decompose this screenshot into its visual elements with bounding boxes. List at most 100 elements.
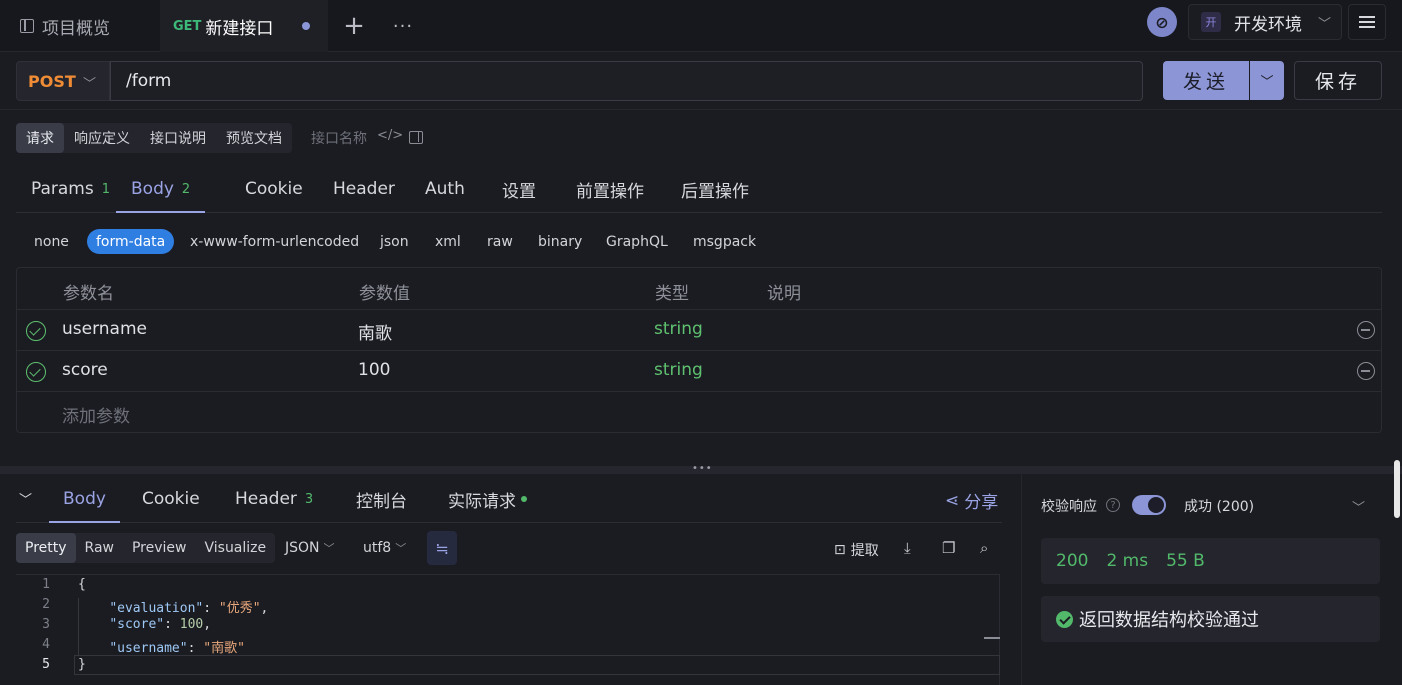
line-number: 1 [42,577,50,592]
mode-tab-request[interactable]: 请求 [16,123,64,153]
share-button[interactable]: ⋖ 分享 [945,488,999,514]
param-type[interactable]: string [654,319,703,339]
tab-auth[interactable]: Auth [425,166,465,212]
help-icon[interactable]: ? [1106,498,1120,512]
chevron-down-icon: ﹀ [395,542,407,555]
sync-icon: ⊘ [1155,12,1169,32]
mode-tab-api-description[interactable]: 接口说明 [140,123,216,153]
chevron-down-icon: ﹀ [1317,17,1331,32]
save-button[interactable]: 保存 [1294,61,1382,100]
remove-circle-icon[interactable] [1357,321,1375,339]
json-key: "score" [109,617,165,632]
tab-post-operations[interactable]: 后置操作 [681,166,749,212]
status-code: 200 [1056,551,1089,571]
body-type-raw[interactable]: raw [487,229,513,254]
drag-handle-icon[interactable]: ••• [692,463,713,474]
tab-project-overview[interactable]: 项目概览 [0,0,158,52]
body-type-xml[interactable]: xml [435,229,461,254]
resp-tab-body[interactable]: Body [49,476,120,523]
view-tab-preview[interactable]: Preview [123,533,196,563]
environment-select[interactable]: 开 开发环境 ﹀ [1188,4,1342,40]
line-number: 3 [42,617,50,632]
body-type-binary[interactable]: binary [538,229,582,254]
share-label: 分享 [964,493,999,513]
code-icon[interactable]: </> [377,128,403,143]
tab-settings[interactable]: 设置 [502,166,536,212]
scrollbar-thumb[interactable] [1394,460,1400,518]
column-header-value: 参数值 [359,284,410,304]
resp-tab-console[interactable]: 控制台 [356,476,407,522]
resp-tab-header-count: 3 [304,491,314,507]
mode-tab-preview-doc[interactable]: 预览文档 [216,123,292,153]
enabled-check-icon[interactable] [26,362,46,382]
tab-project-overview-label: 项目概览 [42,18,110,39]
mode-tabs: 请求 响应定义 接口说明 预览文档 [16,123,292,153]
view-tab-visualize[interactable]: Visualize [195,533,275,563]
code-line: { [78,577,86,592]
environment-name: 开发环境 [1234,14,1302,35]
tab-body-count: 2 [181,181,191,197]
tab-body[interactable]: Body 2 [116,166,206,213]
send-options-button[interactable]: ﹀ [1250,61,1284,100]
body-type-msgpack[interactable]: msgpack [693,229,756,254]
tab-params[interactable]: Params 1 [31,166,110,212]
main-menu-button[interactable] [1348,4,1386,40]
ellipsis-icon: ··· [392,15,414,37]
resp-tab-header[interactable]: Header 3 [235,476,313,522]
tab-pre-operations[interactable]: 前置操作 [576,166,644,212]
plus-icon: + [343,11,365,41]
search-icon[interactable]: ⌕ [980,539,988,557]
mode-tab-response-definition[interactable]: 响应定义 [64,123,140,153]
param-type[interactable]: string [654,360,703,380]
url-input[interactable]: /form [110,61,1143,101]
response-tabs: Body Cookie Header 3 控制台 实际请求 [16,476,1002,523]
param-name[interactable]: username [62,319,147,339]
body-type-form-data[interactable]: form-data [87,229,175,254]
api-name-input[interactable]: 接口名称 [311,128,367,148]
hamburger-icon [1359,16,1375,28]
chevron-down-icon[interactable]: ﹀ [1352,497,1365,516]
side-panel-icon[interactable] [409,131,423,144]
verify-status-select[interactable]: 成功 (200) [1184,496,1254,516]
json-value: "优秀" [218,601,261,616]
body-type-json[interactable]: json [380,229,409,254]
tab-cookie[interactable]: Cookie [245,166,303,212]
chevron-down-icon: ﹀ [82,77,96,92]
sync-button[interactable]: ⊘ [1147,7,1177,37]
send-button[interactable]: 发送 [1163,61,1249,100]
tab-header[interactable]: Header [333,166,395,212]
line-number: 5 [42,657,50,672]
copy-icon[interactable]: ❐ [942,539,955,557]
view-tabs: Pretty Raw Preview Visualize [16,533,276,563]
method-select[interactable]: POST ﹀ [16,61,110,101]
download-icon[interactable]: ⤓ [904,539,911,557]
body-type-urlencoded[interactable]: x-www-form-urlencoded [190,229,359,254]
chevron-down-icon: ﹀ [1260,75,1274,90]
body-type-graphql[interactable]: GraphQL [606,229,668,254]
resp-tab-cookie[interactable]: Cookie [142,476,200,522]
param-name[interactable]: score [62,360,108,380]
word-wrap-button[interactable]: ≒ [427,531,457,565]
code-line: "username": "南歌" [109,641,245,656]
request-tabs: Params 1 Body 2 Cookie Header Auth 设置 前置操作… [16,166,1382,213]
view-tab-pretty[interactable]: Pretty [16,533,76,563]
param-value[interactable]: 南歌 [358,319,392,344]
encoding-select[interactable]: utf8 ﹀ [363,540,406,556]
verify-toggle[interactable] [1132,495,1166,515]
more-tabs-button[interactable]: ··· [392,12,414,40]
format-select[interactable]: JSON ﹀ [285,540,335,556]
tab-new-api[interactable]: GET 新建接口 [160,0,328,52]
resp-tab-actual-request[interactable]: 实际请求 [448,476,527,522]
add-param-input[interactable]: 添加参数 [62,402,130,427]
encoding-value: utf8 [363,540,392,556]
verify-response-label: 校验响应 [1041,499,1097,515]
column-header-type: 类型 [655,284,689,304]
param-value[interactable]: 100 [358,360,390,380]
enabled-check-icon[interactable] [26,321,46,341]
body-type-none[interactable]: none [34,229,69,254]
view-tab-raw[interactable]: Raw [76,533,123,563]
extract-button[interactable]: ⊡ 提取 [834,540,879,560]
remove-circle-icon[interactable] [1357,362,1375,380]
add-tab-button[interactable]: + [343,11,365,41]
column-header-description: 说明 [767,284,801,304]
